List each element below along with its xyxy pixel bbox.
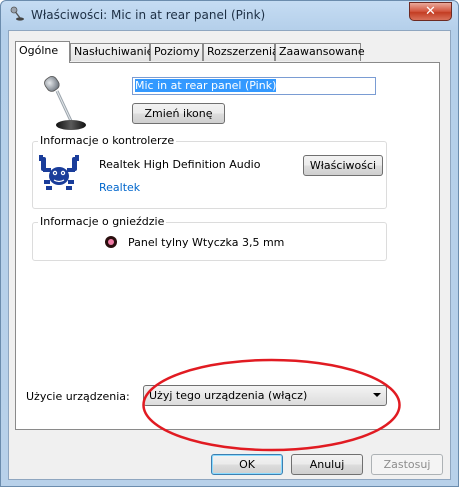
- controller-group-title: Informacje o kontrolerze: [38, 134, 177, 147]
- device-usage-selected: Użyj tego urządzenia (włącz): [149, 389, 308, 402]
- ok-button[interactable]: OK: [211, 454, 283, 475]
- tab-nasluchiwanie[interactable]: Nasłuchiwanie: [70, 43, 153, 61]
- jack-group-title: Informacje o gnieździe: [38, 215, 167, 228]
- device-usage-dropdown[interactable]: Użyj tego urządzenia (włącz): [143, 385, 387, 406]
- controller-name: Realtek High Definition Audio: [99, 158, 261, 171]
- vendor-link[interactable]: Realtek: [99, 181, 140, 194]
- jack-info-group: Informacje o gnieździe Panel tylny Wtycz…: [32, 215, 387, 261]
- cancel-button[interactable]: Anuluj: [291, 454, 363, 475]
- speaker-microphone-icon: [10, 6, 24, 21]
- dialog-client-area: Ogólne Nasłuchiwanie Poziomy Rozszerzeni…: [8, 30, 451, 480]
- properties-window: Właściwości: Mic in at rear panel (Pink)…: [0, 0, 459, 487]
- tab-zaawansowane[interactable]: Zaawansowane: [275, 43, 365, 61]
- tab-ogolne[interactable]: Ogólne: [15, 41, 70, 63]
- realtek-crab-logo: [39, 155, 79, 190]
- tab-panel-general: Mic in at rear panel (Pink) Zmień ikonę …: [15, 62, 440, 452]
- close-button[interactable]: ✕: [409, 2, 452, 21]
- window-title: Właściwości: Mic in at rear panel (Pink): [31, 8, 266, 22]
- jack-location-label: Panel tylny Wtyczka 3,5 mm: [128, 236, 285, 249]
- chevron-down-icon: [373, 393, 381, 397]
- apply-button[interactable]: Zastosuj: [371, 454, 443, 475]
- device-usage-label: Użycie urządzenia:: [26, 390, 130, 403]
- tab-rozszerzenia[interactable]: Rozszerzenia: [203, 43, 279, 61]
- tab-poziomy[interactable]: Poziomy: [150, 43, 203, 61]
- pink-jack-icon: [105, 236, 117, 248]
- close-icon: ✕: [425, 4, 436, 19]
- title-bar[interactable]: Właściwości: Mic in at rear panel (Pink)…: [1, 1, 458, 29]
- device-name-field[interactable]: Mic in at rear panel (Pink): [132, 77, 376, 95]
- controller-properties-button[interactable]: Właściwości: [303, 155, 383, 176]
- change-icon-button[interactable]: Zmień ikonę: [132, 103, 225, 124]
- controller-info-group: Informacje o kontrolerze Realtek High De…: [32, 134, 387, 209]
- microphone-icon: [44, 75, 86, 130]
